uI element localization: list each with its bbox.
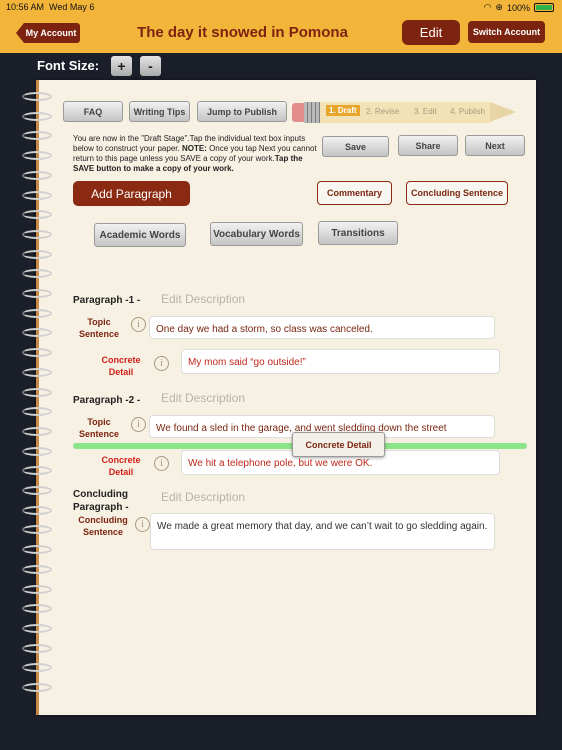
my-account-button[interactable]: My Account xyxy=(16,23,80,43)
next-button[interactable]: Next xyxy=(465,135,525,156)
spiral-ring xyxy=(22,229,52,239)
font-decrease-button[interactable]: - xyxy=(140,56,161,76)
spiral-ring xyxy=(22,367,52,377)
spiral-ring xyxy=(22,525,52,535)
paragraph-2-title: Paragraph -2 - xyxy=(73,395,141,406)
status-time-date: 10:56 AM Wed May 6 xyxy=(6,2,94,12)
paragraph-2-detail-label: Concrete Detail xyxy=(101,455,141,477)
spiral-ring xyxy=(22,623,52,633)
paragraph-1-detail-input[interactable]: My mom said “go outside!” xyxy=(181,349,500,374)
spiral-ring xyxy=(22,190,52,200)
paragraph-1-topic-input[interactable]: One day we had a storm, so class was can… xyxy=(149,316,495,339)
spiral-ring xyxy=(22,151,52,161)
add-paragraph-button[interactable]: Add Paragraph xyxy=(73,181,190,206)
spiral-ring xyxy=(22,92,52,101)
stage-progress-pencil: 1. Draft 2. Revise 3. Edit 4. Publish xyxy=(292,100,520,125)
spiral-ring xyxy=(22,643,52,653)
concluding-edit-description[interactable]: Edit Description xyxy=(161,490,245,504)
spiral-ring xyxy=(22,663,52,673)
writing-tips-button[interactable]: Writing Tips xyxy=(129,101,190,122)
spiral-ring xyxy=(22,111,52,121)
spiral-ring xyxy=(22,545,52,555)
save-button[interactable]: Save xyxy=(322,136,389,157)
stage-revise: 2. Revise xyxy=(366,107,400,116)
pencil-ferrule xyxy=(304,102,320,123)
status-date: Wed May 6 xyxy=(49,2,95,12)
stage-publish: 4. Publish xyxy=(450,107,486,116)
spiral-ring xyxy=(22,505,52,515)
status-time: 10:56 AM xyxy=(6,2,45,12)
spiral-binding xyxy=(22,92,52,702)
info-icon[interactable]: i xyxy=(131,417,146,432)
faq-button[interactable]: FAQ xyxy=(63,101,123,122)
spiral-ring xyxy=(22,269,52,279)
spiral-ring xyxy=(22,446,52,456)
spiral-ring xyxy=(22,289,52,298)
wifi-icon: ◠ xyxy=(483,2,492,12)
spiral-ring xyxy=(22,308,52,318)
battery-percent: 100% xyxy=(506,2,530,13)
spiral-ring xyxy=(22,131,52,141)
concluding-sentence-input[interactable]: We made a great memory that day, and we … xyxy=(150,513,495,550)
info-icon[interactable]: i xyxy=(154,456,169,471)
font-increase-button[interactable]: + xyxy=(111,56,132,76)
commentary-button[interactable]: Commentary xyxy=(317,181,392,205)
spiral-ring xyxy=(22,249,52,259)
pencil-eraser xyxy=(292,103,304,122)
dragged-concrete-detail-chip[interactable]: Concrete Detail xyxy=(292,432,385,457)
status-bar: 10:56 AM Wed May 6 ◠ ⊕ 100% xyxy=(6,2,554,16)
share-button[interactable]: Share xyxy=(398,135,458,156)
spiral-ring xyxy=(22,584,52,594)
transitions-button[interactable]: Transitions xyxy=(318,221,398,245)
spiral-ring xyxy=(22,210,52,220)
edit-button[interactable]: Edit xyxy=(402,20,460,45)
academic-words-button[interactable]: Academic Words xyxy=(94,223,186,247)
draft-instructions: You are now in the "Draft Stage".Tap the… xyxy=(73,134,321,174)
spiral-ring xyxy=(22,426,52,436)
navigation-bar: 10:56 AM Wed May 6 ◠ ⊕ 100% My Account T… xyxy=(0,0,562,53)
spiral-ring xyxy=(22,407,52,417)
pencil-tip xyxy=(490,102,516,122)
paragraph-1-title: Paragraph -1 - xyxy=(73,295,141,306)
spiral-ring xyxy=(22,683,52,692)
paragraph-1-detail-label: Concrete Detail xyxy=(101,355,141,377)
spiral-ring xyxy=(22,466,52,476)
spiral-ring xyxy=(22,170,52,180)
spiral-ring xyxy=(22,328,52,338)
switch-account-button[interactable]: Switch Account xyxy=(468,21,545,43)
font-size-label: Font Size: xyxy=(37,58,100,73)
battery-icon xyxy=(534,3,554,12)
spiral-ring xyxy=(22,486,52,495)
info-icon[interactable]: i xyxy=(154,356,169,371)
orientation-lock-icon: ⊕ xyxy=(495,2,503,12)
info-icon[interactable]: i xyxy=(131,317,146,332)
info-icon[interactable]: i xyxy=(135,517,150,532)
paragraph-1-topic-label: Topic Sentence xyxy=(78,317,120,339)
concluding-paragraph-title: Concluding Paragraph - xyxy=(73,489,129,513)
vocabulary-words-button[interactable]: Vocabulary Words xyxy=(210,222,303,246)
paragraph-1-edit-description[interactable]: Edit Description xyxy=(161,292,245,306)
spiral-ring xyxy=(22,387,52,397)
concluding-sentence-button[interactable]: Concluding Sentence xyxy=(406,181,508,205)
jump-to-publish-button[interactable]: Jump to Publish xyxy=(197,101,287,122)
status-right: ◠ ⊕ 100% xyxy=(484,2,554,13)
paragraph-2-edit-description[interactable]: Edit Description xyxy=(161,391,245,405)
spiral-ring xyxy=(22,604,52,614)
spiral-ring xyxy=(22,348,52,358)
paragraph-2-topic-label: Topic Sentence xyxy=(78,417,120,439)
stage-draft: 1. Draft xyxy=(326,105,360,116)
stage-edit: 3. Edit xyxy=(414,107,437,116)
spiral-ring xyxy=(22,564,52,574)
note-label: NOTE: xyxy=(181,144,207,153)
page-title: The day it snowed in Pomona xyxy=(137,24,348,41)
concluding-sentence-label: Concluding Sentence xyxy=(78,515,128,537)
